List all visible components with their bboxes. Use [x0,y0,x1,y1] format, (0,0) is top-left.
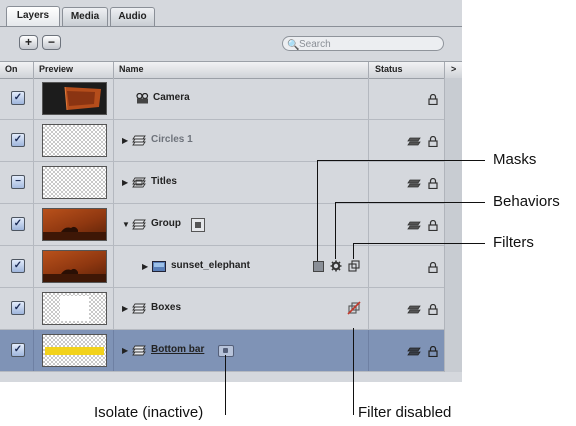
behaviors-callout-line [335,202,485,203]
layer-thumbnail [42,250,107,283]
layer-row-boxes[interactable]: ✓ ▶ Boxes [0,288,462,330]
isolate-inactive-icon[interactable] [218,345,234,357]
column-header: On Preview Name Status > [0,61,462,79]
remove-layer-button[interactable]: − [42,35,61,50]
camera-icon [136,93,149,104]
layer-thumbnail [42,124,107,157]
behavior-gear-icon[interactable] [330,260,342,272]
layer-name[interactable]: Titles [151,176,177,187]
search-placeholder: Search [299,39,331,50]
disclosure-triangle-icon[interactable]: ▶ [142,262,148,271]
lock-icon[interactable] [428,94,438,105]
group-status-icon [407,179,421,188]
on-checkbox[interactable]: ✓ [11,217,25,231]
filter-disabled-callout-line [353,328,354,415]
isolate-button[interactable] [191,218,205,232]
column-status[interactable]: Status [375,64,403,74]
filters-label: Filters [493,234,534,251]
layer-thumbnail [42,292,107,325]
layer-row-titles[interactable]: − ▶ Titles [0,162,462,204]
on-checkbox-mixed[interactable]: − [11,175,25,189]
behaviors-label: Behaviors [493,193,560,210]
search-field[interactable]: 🔍 Search [282,36,444,51]
column-name[interactable]: Name [119,64,144,74]
tab-layers[interactable]: Layers [6,6,60,27]
add-layer-button[interactable]: + [19,35,38,50]
lock-icon[interactable] [428,136,438,147]
layer-thumbnail [42,82,107,115]
column-on[interactable]: On [5,64,18,74]
tab-audio[interactable]: Audio [110,7,155,26]
lock-icon[interactable] [428,346,438,357]
layer-thumbnail [42,208,107,241]
disclosure-triangle-icon[interactable]: ▶ [122,346,128,355]
layer-name[interactable]: Boxes [151,302,181,313]
filters-callout-line [353,243,354,259]
image-icon [152,261,166,272]
isolate-callout-line [225,355,226,415]
layer-row-camera[interactable]: ✓ Camera [0,78,462,120]
filter-disabled-icon[interactable] [347,301,361,315]
layer-thumbnail [42,166,107,199]
layer-row-bottom-bar[interactable]: ✓ ▶ Bottom bar [0,330,462,372]
disclosure-triangle-icon[interactable]: ▶ [122,304,128,313]
layer-row-sunset-elephant[interactable]: ✓ ▶ sunset_elephant [0,246,462,288]
layer-name[interactable]: Camera [153,92,190,103]
column-preview[interactable]: Preview [39,64,73,74]
layer-name[interactable]: Circles 1 [151,134,193,145]
titles-group-icon [132,177,146,188]
group-status-icon [407,305,421,314]
group-status-icon [407,347,421,356]
layer-row-circles-1[interactable]: ✓ ▶ Circles 1 [0,120,462,162]
layer-name[interactable]: sunset_elephant [171,260,250,271]
tab-media[interactable]: Media [62,7,108,26]
filter-icon[interactable] [348,260,360,272]
disclosure-triangle-icon[interactable]: ▶ [122,136,128,145]
group-icon [132,303,146,314]
group-icon [132,345,146,356]
group-icon [132,219,146,230]
disclosure-triangle-icon[interactable]: ▶ [122,178,128,187]
masks-label: Masks [493,151,537,168]
isolate-inactive-label: Isolate (inactive) [94,404,204,421]
on-checkbox[interactable]: ✓ [11,133,25,147]
masks-callout-line [317,160,485,161]
filter-disabled-label: Filter disabled [358,404,452,421]
column-menu-arrow[interactable]: > [451,64,456,74]
layer-name[interactable]: Group [151,218,181,229]
on-checkbox[interactable]: ✓ [11,91,25,105]
behaviors-callout-line [335,202,336,259]
masks-callout-line [317,160,318,261]
layer-row-group[interactable]: ✓ ▼ Group [0,204,462,246]
layer-name[interactable]: Bottom bar [151,344,204,355]
on-checkbox[interactable]: ✓ [11,259,25,273]
group-status-icon [407,221,421,230]
tab-divider [0,26,462,27]
lock-icon[interactable] [428,220,438,231]
disclosure-triangle-icon[interactable]: ▼ [122,220,130,229]
layer-thumbnail [42,334,107,367]
on-checkbox[interactable]: ✓ [11,343,25,357]
search-icon: 🔍 [287,40,300,51]
filters-callout-line [353,243,485,244]
lock-icon[interactable] [428,178,438,189]
on-checkbox[interactable]: ✓ [11,301,25,315]
mask-icon[interactable] [313,261,324,272]
group-icon [132,135,146,146]
lock-icon[interactable] [428,262,438,273]
layers-panel: Layers Media Audio + − 🔍 Search On Previ… [0,0,462,382]
lock-icon[interactable] [428,304,438,315]
scrollbar-track[interactable] [444,78,462,372]
group-status-icon [407,137,421,146]
